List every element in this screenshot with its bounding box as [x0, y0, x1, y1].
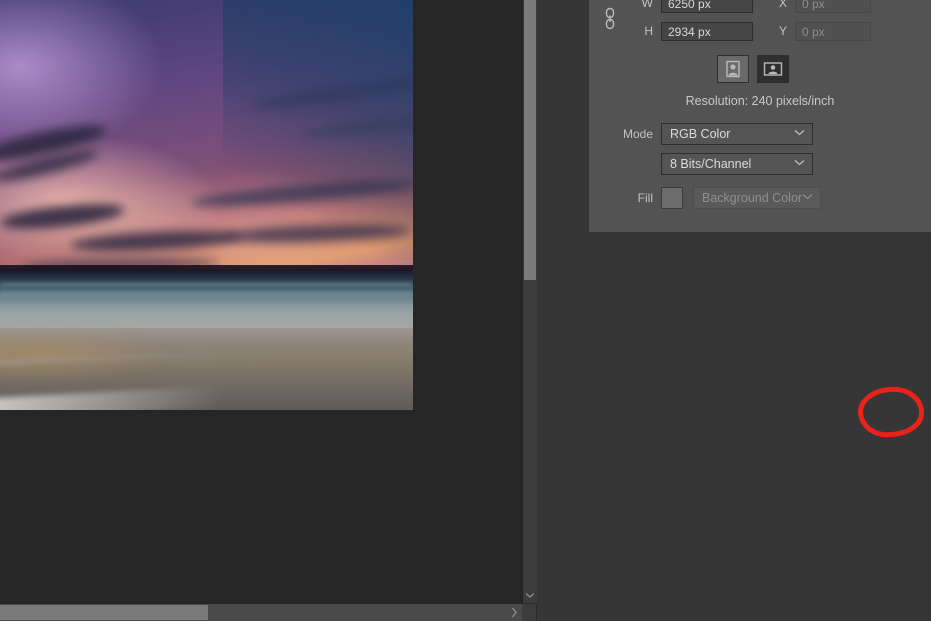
color-mode-value: RGB Color: [670, 127, 730, 141]
chevron-down-icon: [794, 129, 805, 137]
photo-sea-streak: [0, 283, 413, 286]
width-input[interactable]: 6250 px: [661, 0, 753, 13]
photo-sea-streak: [0, 300, 413, 303]
x-label: X: [753, 0, 795, 10]
fill-row: Fill Background Color: [589, 185, 931, 211]
photoshop-window: W 6250 px X 0 px H 2934 px Y 0 px: [0, 0, 931, 621]
landscape-orientation-button[interactable]: [757, 55, 789, 83]
bit-depth-value: 8 Bits/Channel: [670, 157, 751, 171]
right-dock: W 6250 px X 0 px H 2934 px Y 0 px: [537, 0, 931, 621]
chevron-down-icon[interactable]: [523, 587, 537, 603]
height-y-row: H 2934 px Y 0 px: [589, 18, 931, 44]
new-document-properties-panel: W 6250 px X 0 px H 2934 px Y 0 px: [589, 0, 931, 232]
y-label: Y: [753, 24, 795, 38]
bit-depth-row: 8 Bits/Channel: [589, 151, 931, 177]
fill-type-select[interactable]: Background Color: [693, 187, 821, 209]
chevron-right-icon[interactable]: [511, 604, 518, 621]
mode-label: Mode: [589, 127, 661, 141]
bit-depth-select[interactable]: 8 Bits/Channel: [661, 153, 813, 175]
fill-label: Fill: [589, 191, 661, 205]
scrollbar-corner: [522, 604, 536, 621]
fill-type-value: Background Color: [702, 191, 802, 205]
canvas-vertical-scrollbar[interactable]: [522, 0, 537, 603]
height-input[interactable]: 2934 px: [661, 22, 753, 41]
chevron-down-icon: [802, 193, 813, 201]
resolution-text: Resolution: 240 pixels/inch: [589, 94, 931, 108]
fill-color-swatch[interactable]: [661, 187, 683, 209]
mode-row: Mode RGB Color: [589, 121, 931, 147]
canvas-vertical-scrollbar-thumb[interactable]: [524, 0, 536, 280]
orientation-buttons: [717, 55, 789, 83]
width-label: W: [589, 0, 661, 10]
canvas-area[interactable]: [0, 0, 523, 621]
photo-sea-streak: [0, 292, 413, 295]
x-input[interactable]: 0 px: [795, 0, 871, 13]
canvas-horizontal-scrollbar-thumb[interactable]: [0, 605, 208, 620]
width-x-row: W 6250 px X 0 px: [589, 0, 931, 16]
chevron-down-icon: [794, 159, 805, 167]
height-label: H: [589, 24, 661, 38]
document-canvas-image[interactable]: [0, 0, 413, 410]
y-input[interactable]: 0 px: [795, 22, 871, 41]
color-mode-select[interactable]: RGB Color: [661, 123, 813, 145]
canvas-horizontal-scrollbar[interactable]: [0, 604, 522, 621]
portrait-orientation-button[interactable]: [717, 55, 749, 83]
